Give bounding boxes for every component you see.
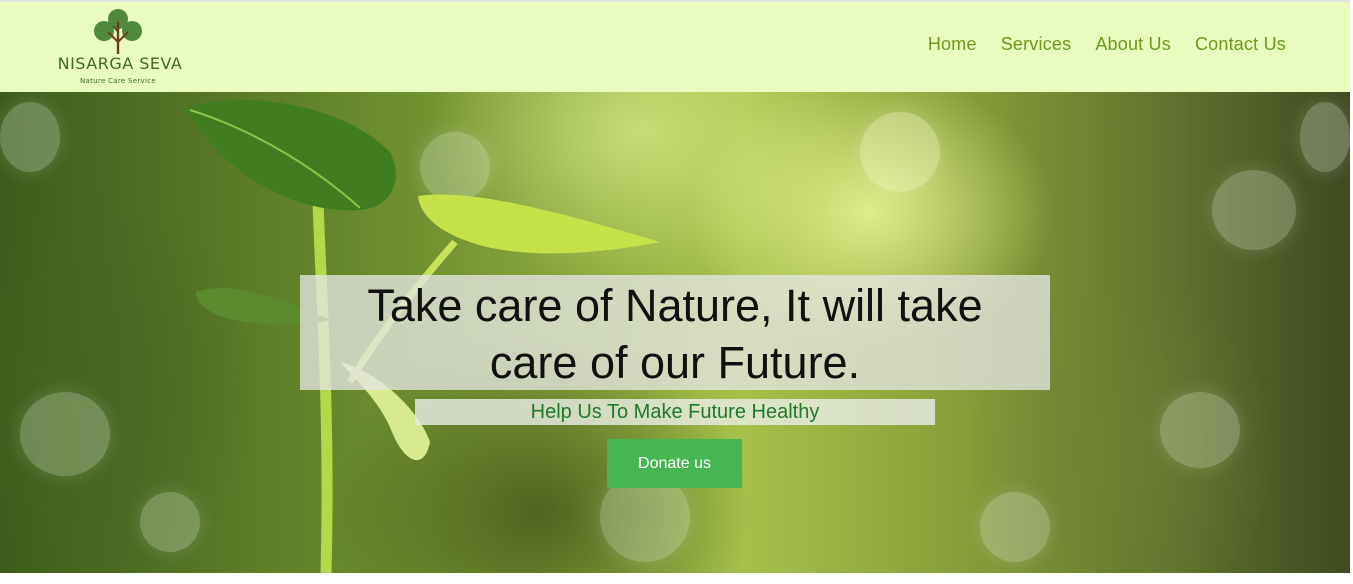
nav-services[interactable]: Services [1001, 34, 1072, 55]
nav-contact-us[interactable]: Contact Us [1195, 34, 1286, 55]
brand-tagline: Nature Care Service [80, 77, 156, 85]
hero-subheadline: Help Us To Make Future Healthy [530, 401, 820, 423]
nav-home[interactable]: Home [928, 34, 977, 55]
main-nav: Home Services About Us Contact Us [928, 34, 1286, 55]
brand-name: NISARGA SEVA [57, 54, 183, 73]
nav-about-us[interactable]: About Us [1095, 34, 1171, 55]
hero-banner: Take care of Nature, It will take care o… [0, 92, 1350, 573]
headline-panel: Take care of Nature, It will take care o… [300, 275, 1050, 390]
page: NISARGA SEVA Nature Care Service Home Se… [0, 0, 1353, 584]
headline-line-1: Take care of Nature, It will take [367, 280, 983, 331]
page-bottom-edge [0, 573, 1353, 584]
tree-icon [94, 9, 142, 54]
headline-line-2: care of our Future. [489, 337, 861, 388]
brand-logo[interactable]: NISARGA SEVA Nature Care Service [50, 8, 190, 90]
donate-button[interactable]: Donate us [607, 439, 742, 488]
site-header: NISARGA SEVA Nature Care Service Home Se… [0, 0, 1350, 92]
hero-headline: Take care of Nature, It will take care o… [300, 277, 1050, 391]
subheadline-panel: Help Us To Make Future Healthy [415, 399, 935, 425]
